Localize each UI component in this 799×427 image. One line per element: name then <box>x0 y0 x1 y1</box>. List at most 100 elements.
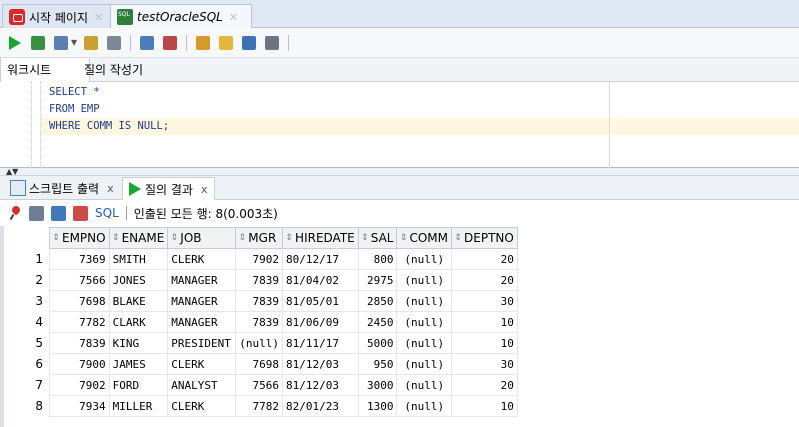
table-cell-sal[interactable]: 3000 <box>357 374 398 396</box>
delete-icon[interactable] <box>73 205 88 221</box>
format-icon[interactable] <box>217 34 235 52</box>
table-cell-empno[interactable]: 7566 <box>49 269 110 291</box>
table-cell-hiredate[interactable]: 81/05/01 <box>282 290 359 312</box>
table-cell-deptno[interactable]: 10 <box>451 311 518 333</box>
table-row[interactable]: 8 7934 MILLER CLERK 7782 82/01/23 1300 (null) 10 <box>4 395 518 417</box>
table-cell-hiredate[interactable]: 81/12/03 <box>282 353 359 375</box>
table-cell-job[interactable]: MANAGER <box>167 269 237 291</box>
table-cell-sal[interactable]: 5000 <box>357 332 398 354</box>
tab-start-page[interactable]: 시작 페이지 ✕ <box>2 4 113 29</box>
table-cell-comm[interactable]: (null) <box>396 248 453 270</box>
table-cell-comm[interactable]: (null) <box>396 290 453 312</box>
table-cell-ename[interactable]: JONES <box>108 269 169 291</box>
table-cell-ename[interactable]: SMITH <box>108 248 169 270</box>
table-cell-sal[interactable]: 2450 <box>357 311 398 333</box>
table-cell-job[interactable]: CLERK <box>167 395 237 417</box>
table-row[interactable]: 6 7900 JAMES CLERK 7698 81/12/03 950 (null) 30 <box>4 353 518 375</box>
table-cell-deptno[interactable]: 20 <box>451 248 518 270</box>
table-cell-deptno[interactable]: 20 <box>451 269 518 291</box>
result-grid[interactable]: ⇕ EMPNO ⇕ ENAME ⇕ JOB ⇕ MGR ⇕ HIREDATE ⇕ SAL ⇕… <box>4 227 518 417</box>
code-line[interactable]: WHERE COMM IS NULL; <box>49 118 169 135</box>
tab-script-output[interactable]: 스크립트 출력 x <box>4 177 120 199</box>
sort-icon[interactable]: ⇕ <box>454 234 462 243</box>
table-cell-hiredate[interactable]: 81/11/17 <box>282 332 359 354</box>
table-cell-sal[interactable]: 950 <box>357 353 398 375</box>
table-cell-deptno[interactable]: 10 <box>451 332 518 354</box>
table-cell-ename[interactable]: BLAKE <box>108 290 169 312</box>
find-icon[interactable] <box>263 34 281 52</box>
unshared-worksheet-icon[interactable] <box>240 34 258 52</box>
table-cell-deptno[interactable]: 30 <box>451 290 518 312</box>
tab-worksheet[interactable]: 워크시트 <box>0 58 90 82</box>
close-icon[interactable]: ✕ <box>94 11 103 24</box>
column-header-mgr[interactable]: ⇕ MGR <box>235 227 284 249</box>
table-cell-job[interactable]: MANAGER <box>167 290 237 312</box>
table-row[interactable]: 2 7566 JONES MANAGER 7839 81/04/02 2975 (null) 2… <box>4 269 518 291</box>
table-cell-hiredate[interactable]: 80/12/17 <box>282 248 359 270</box>
close-icon[interactable]: x <box>107 182 114 195</box>
table-cell-comm[interactable]: (null) <box>396 374 453 396</box>
table-cell-job[interactable]: PRESIDENT <box>167 332 237 354</box>
table-cell-sal[interactable]: 800 <box>357 248 398 270</box>
table-cell-empno[interactable]: 7369 <box>49 248 110 270</box>
table-cell-mgr[interactable]: 7782 <box>235 395 284 417</box>
table-cell-hiredate[interactable]: 81/06/09 <box>282 311 359 333</box>
print-icon[interactable] <box>29 205 44 221</box>
table-cell-sal[interactable]: 2850 <box>357 290 398 312</box>
sort-icon[interactable]: ⇕ <box>361 234 369 243</box>
table-cell-mgr[interactable]: 7839 <box>235 269 284 291</box>
column-header-comm[interactable]: ⇕ COMM <box>396 227 453 249</box>
table-cell-hiredate[interactable]: 81/04/02 <box>282 269 359 291</box>
column-header-job[interactable]: ⇕ JOB <box>167 227 237 249</box>
column-header-empno[interactable]: ⇕ EMPNO <box>49 227 110 249</box>
table-cell-mgr[interactable]: 7839 <box>235 311 284 333</box>
table-cell-empno[interactable]: 7782 <box>49 311 110 333</box>
table-cell-comm[interactable]: (null) <box>396 395 453 417</box>
table-cell-empno[interactable]: 7698 <box>49 290 110 312</box>
table-cell-job[interactable]: CLERK <box>167 353 237 375</box>
tab-testoraclesql[interactable]: testOracleSQL ✕ <box>110 4 252 29</box>
table-cell-mgr[interactable]: 7698 <box>235 353 284 375</box>
close-icon[interactable]: ✕ <box>229 11 238 24</box>
table-row[interactable]: 5 7839 KING PRESIDENT (null) 81/11/17 5000 (nul… <box>4 332 518 354</box>
table-cell-empno[interactable]: 7900 <box>49 353 110 375</box>
table-cell-mgr[interactable]: 7839 <box>235 290 284 312</box>
column-header-ename[interactable]: ⇕ ENAME <box>108 227 169 249</box>
table-cell-hiredate[interactable]: 82/01/23 <box>282 395 359 417</box>
tab-query-builder[interactable]: 질의 작성기 <box>78 58 149 82</box>
table-cell-deptno[interactable]: 30 <box>451 353 518 375</box>
sort-icon[interactable]: ⇕ <box>170 234 179 243</box>
table-cell-ename[interactable]: MILLER <box>108 395 169 417</box>
table-cell-ename[interactable]: KING <box>108 332 169 354</box>
run-script-icon[interactable] <box>29 34 47 52</box>
table-cell-ename[interactable]: FORD <box>108 374 169 396</box>
tab-query-result[interactable]: 질의 결과 x <box>122 177 215 200</box>
sort-icon[interactable]: ⇕ <box>52 234 60 243</box>
code-line[interactable]: FROM EMP <box>49 101 100 118</box>
clear-icon[interactable] <box>161 34 179 52</box>
column-header-hiredate[interactable]: ⇕ HIREDATE <box>282 227 359 249</box>
sort-icon[interactable]: ⇕ <box>285 234 293 243</box>
table-cell-comm[interactable]: (null) <box>396 353 453 375</box>
sql-editor[interactable]: SELECT * FROM EMP WHERE COMM IS NULL; <box>0 82 799 168</box>
table-cell-comm[interactable]: (null) <box>396 332 453 354</box>
table-cell-ename[interactable]: JAMES <box>108 353 169 375</box>
table-cell-comm[interactable]: (null) <box>396 311 453 333</box>
close-icon[interactable]: x <box>201 183 208 196</box>
table-cell-hiredate[interactable]: 81/12/03 <box>282 374 359 396</box>
table-cell-job[interactable]: ANALYST <box>167 374 237 396</box>
table-row[interactable]: 3 7698 BLAKE MANAGER 7839 81/05/01 2850 (null) 3… <box>4 290 518 312</box>
column-header-deptno[interactable]: ⇕ DEPTNO <box>451 227 518 249</box>
pin-icon[interactable] <box>10 206 22 220</box>
column-header-sal[interactable]: ⇕ SAL <box>357 227 398 249</box>
table-cell-job[interactable]: CLERK <box>167 248 237 270</box>
table-cell-comm[interactable]: (null) <box>396 269 453 291</box>
table-cell-sal[interactable]: 2975 <box>357 269 398 291</box>
table-cell-empno[interactable]: 7839 <box>49 332 110 354</box>
table-cell-mgr[interactable]: 7566 <box>235 374 284 396</box>
commit-icon[interactable] <box>52 34 70 52</box>
rollback-icon[interactable] <box>82 34 100 52</box>
table-cell-ename[interactable]: CLARK <box>108 311 169 333</box>
table-row[interactable]: 7 7902 FORD ANALYST 7566 81/12/03 3000 (null) 20 <box>4 374 518 396</box>
table-cell-empno[interactable]: 7902 <box>49 374 110 396</box>
